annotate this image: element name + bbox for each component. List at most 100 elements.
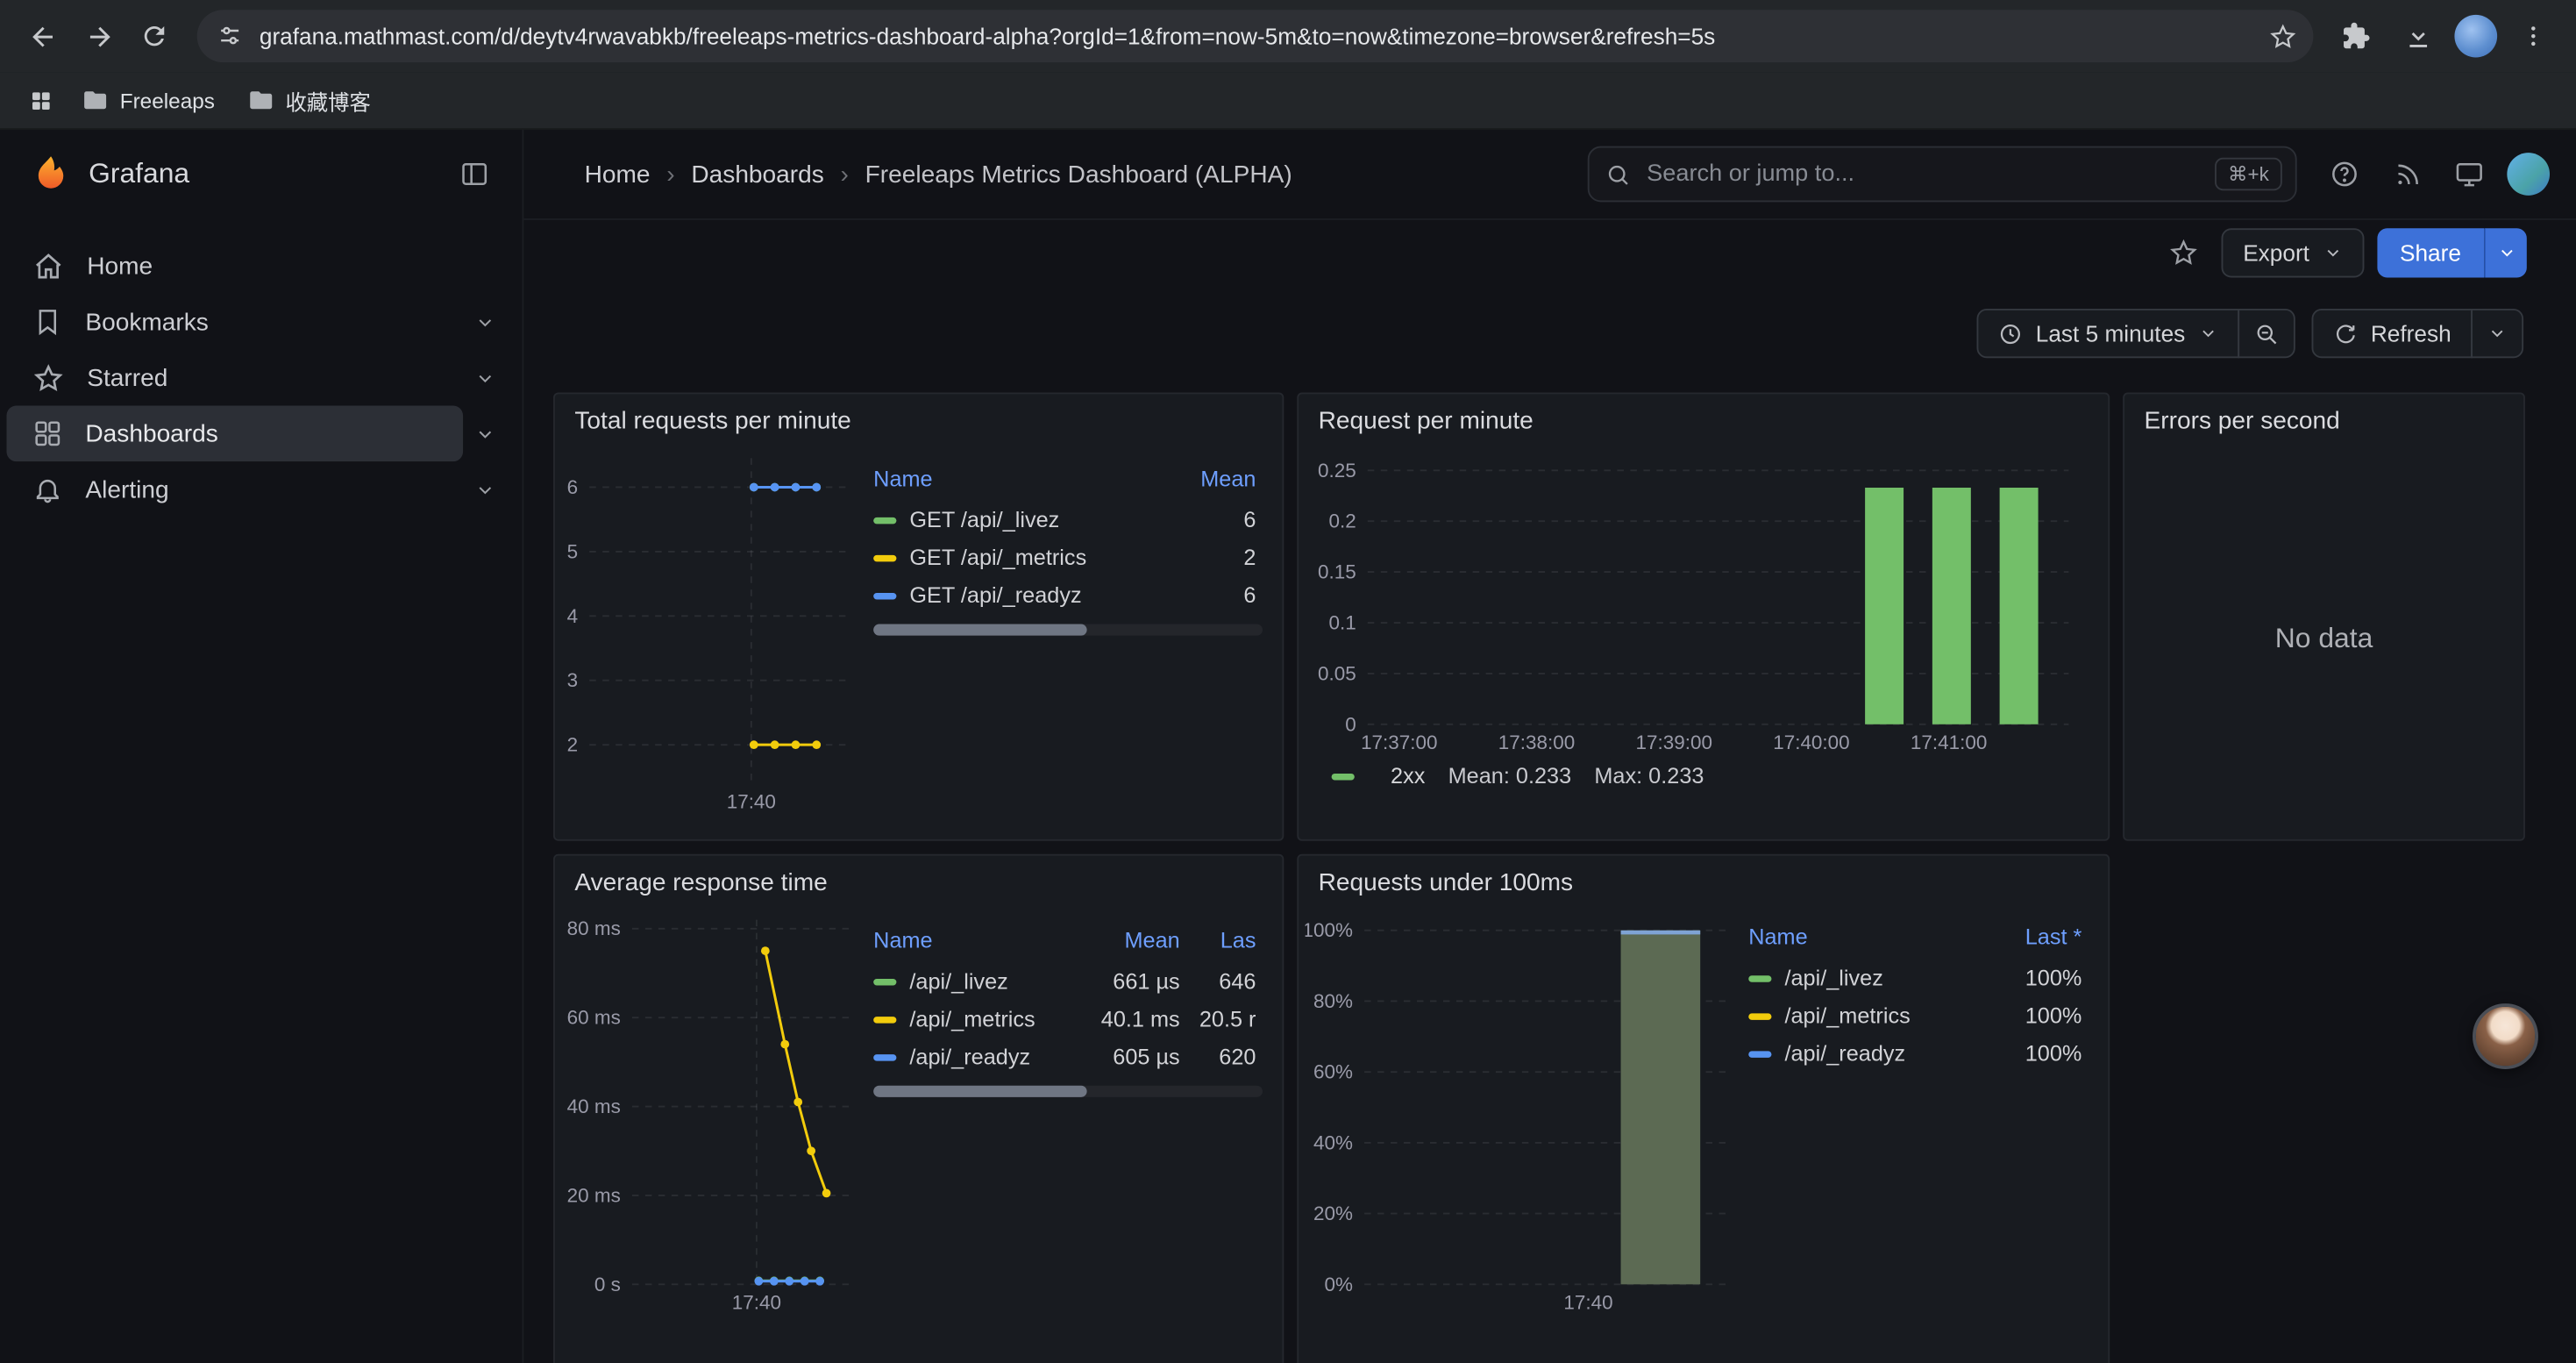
export-button[interactable]: Export — [2222, 228, 2364, 277]
series-name[interactable]: /api/_livez — [909, 969, 1007, 994]
legend-row[interactable]: /api/_metrics100% — [1748, 997, 2089, 1035]
series-name[interactable]: GET /api/_livez — [909, 508, 1059, 532]
menu-kebab-icon[interactable] — [2507, 10, 2559, 62]
legend-scrollbar[interactable] — [873, 624, 1263, 636]
refresh-button[interactable]: Refresh — [2311, 309, 2473, 358]
dashboards-grid-icon — [32, 418, 62, 448]
bookmark-item-blog[interactable]: 收藏博客 — [234, 78, 383, 123]
series-name[interactable]: /api/_metrics — [909, 1007, 1035, 1031]
legend-column-header[interactable]: Name — [873, 461, 1178, 501]
user-avatar[interactable] — [2507, 153, 2550, 196]
url-text[interactable]: grafana.mathmast.com/d/deytv4rwavabkb/fr… — [260, 23, 2269, 49]
url-bar[interactable]: grafana.mathmast.com/d/deytv4rwavabkb/fr… — [197, 10, 2314, 62]
zoom-out-icon[interactable] — [2238, 309, 2295, 358]
legend-value: 6 — [1178, 576, 1262, 614]
series-name[interactable]: /api/_readyz — [909, 1045, 1030, 1069]
refresh-interval-chevron-icon[interactable] — [2471, 309, 2523, 358]
sidebar-item-alerting[interactable]: Alerting — [0, 461, 522, 517]
legend-row[interactable]: /api/_readyz605 µs620 — [873, 1038, 1263, 1075]
search-input[interactable] — [1643, 160, 2202, 189]
svg-text:17:40:00: 17:40:00 — [1773, 731, 1849, 753]
chart-legend[interactable]: 2xx Mean: 0.233 Max: 0.233 — [1308, 764, 2091, 789]
site-settings-icon[interactable] — [217, 23, 243, 49]
legend-row[interactable]: /api/_metrics40.1 ms20.5 r — [873, 1000, 1263, 1038]
panel-title[interactable]: Errors per second — [2124, 394, 2523, 439]
panel-title[interactable]: Total requests per minute — [555, 394, 1283, 439]
share-menu-chevron-icon[interactable] — [2484, 228, 2527, 277]
time-range-picker[interactable]: Last 5 minutes — [1976, 309, 2239, 358]
series-name[interactable]: GET /api/_readyz — [909, 583, 1081, 608]
legend-value: 6 — [1178, 501, 1262, 539]
svg-text:0.1: 0.1 — [1328, 611, 1356, 633]
grafana-logo[interactable] — [30, 153, 73, 196]
svg-text:2: 2 — [567, 734, 579, 756]
legend-row[interactable]: GET /api/_livez 6 — [873, 501, 1263, 539]
share-label: Share — [2400, 239, 2461, 266]
series-color-swatch — [873, 1017, 896, 1024]
panel-title[interactable]: Average response time — [555, 856, 1283, 901]
sidebar-item-home[interactable]: Home — [0, 239, 522, 295]
search-box[interactable]: ⌘+k — [1588, 146, 2297, 203]
series-color-swatch — [873, 980, 896, 986]
refresh-icon — [2333, 321, 2358, 346]
bar-chart[interactable]: 0.250.20.150.10.05017:37:0017:38:0017:39… — [1308, 442, 2078, 758]
legend-column-header[interactable]: Last * — [1998, 920, 2089, 960]
browser-profile-avatar[interactable] — [2454, 15, 2497, 58]
monitor-icon[interactable] — [2444, 149, 2494, 198]
line-chart[interactable]: 80 ms60 ms40 ms20 ms0 s17:40 — [561, 903, 860, 1317]
bookmark-star-icon[interactable] — [2269, 22, 2297, 50]
sidebar-item-bookmarks[interactable]: Bookmarks — [0, 294, 522, 350]
bar-chart[interactable]: 100%80%60%40%20%0%17:40 — [1306, 903, 1736, 1317]
back-icon[interactable] — [17, 10, 69, 62]
chevron-down-icon[interactable] — [463, 468, 506, 511]
series-name[interactable]: GET /api/_metrics — [909, 546, 1086, 570]
help-icon[interactable] — [2320, 149, 2369, 198]
legend-row[interactable]: GET /api/_metrics2 — [873, 539, 1263, 576]
screen: grafana.mathmast.com/d/deytv4rwavabkb/fr… — [0, 0, 2576, 1363]
chevron-down-icon[interactable] — [463, 356, 506, 399]
reload-icon[interactable] — [128, 10, 181, 62]
favorite-star-icon[interactable] — [2160, 228, 2209, 277]
legend-column-header[interactable]: Mean — [1084, 923, 1186, 962]
series-name[interactable]: /api/_metrics — [1784, 1003, 1910, 1028]
share-button[interactable]: Share — [2377, 228, 2484, 277]
sidebar-collapse-icon[interactable] — [450, 149, 499, 198]
assistant-avatar[interactable] — [2473, 1003, 2538, 1069]
news-rss-icon[interactable] — [2382, 149, 2431, 198]
legend-table: NameLast */api/_livez100%/api/_metrics10… — [1748, 920, 2089, 1073]
chevron-down-icon[interactable] — [463, 301, 506, 344]
forward-icon[interactable] — [72, 10, 125, 62]
legend-row[interactable]: GET /api/_readyz 6 — [873, 576, 1263, 614]
legend-row[interactable]: /api/_readyz100% — [1748, 1035, 2089, 1073]
legend-row[interactable]: /api/_livez100% — [1748, 960, 2089, 997]
panel-title[interactable]: Requests under 100ms — [1299, 856, 2108, 901]
sidebar-item-dashboards[interactable]: Dashboards — [0, 406, 522, 462]
legend-column-header[interactable]: Las — [1186, 923, 1263, 962]
breadcrumb-dashboards[interactable]: Dashboards — [691, 161, 823, 189]
legend-column-header[interactable]: Name — [873, 923, 1084, 962]
series-name[interactable]: 2xx — [1391, 764, 1425, 789]
legend-column-header[interactable]: Mean — [1178, 461, 1262, 501]
svg-text:0: 0 — [1345, 713, 1356, 735]
svg-text:40 ms: 40 ms — [567, 1095, 621, 1117]
series-color-swatch — [873, 556, 896, 562]
apps-grid-icon[interactable] — [19, 79, 62, 122]
bookmark-item-freeleaps[interactable]: Freeleaps — [69, 81, 228, 120]
scrollbar-thumb[interactable] — [873, 1086, 1087, 1097]
sidebar-item-starred[interactable]: Starred — [0, 350, 522, 406]
breadcrumb-home[interactable]: Home — [585, 161, 651, 189]
sidebar-item-label: Starred — [87, 364, 167, 392]
chevron-down-icon[interactable] — [463, 412, 506, 455]
legend-column-header[interactable]: Name — [1748, 920, 1998, 960]
extensions-icon[interactable] — [2330, 10, 2382, 62]
svg-text:0.2: 0.2 — [1328, 510, 1356, 532]
line-chart[interactable]: 6543217:40 — [561, 442, 860, 817]
scrollbar-thumb[interactable] — [873, 624, 1087, 636]
series-name[interactable]: /api/_readyz — [1784, 1041, 1905, 1066]
legend-row[interactable]: /api/_livez661 µs646 — [873, 962, 1263, 1000]
series-name[interactable]: /api/_livez — [1784, 966, 1882, 990]
svg-text:4: 4 — [567, 605, 579, 627]
downloads-icon[interactable] — [2392, 10, 2444, 62]
legend-scrollbar[interactable] — [873, 1086, 1263, 1097]
panel-title[interactable]: Request per minute — [1299, 394, 2108, 439]
